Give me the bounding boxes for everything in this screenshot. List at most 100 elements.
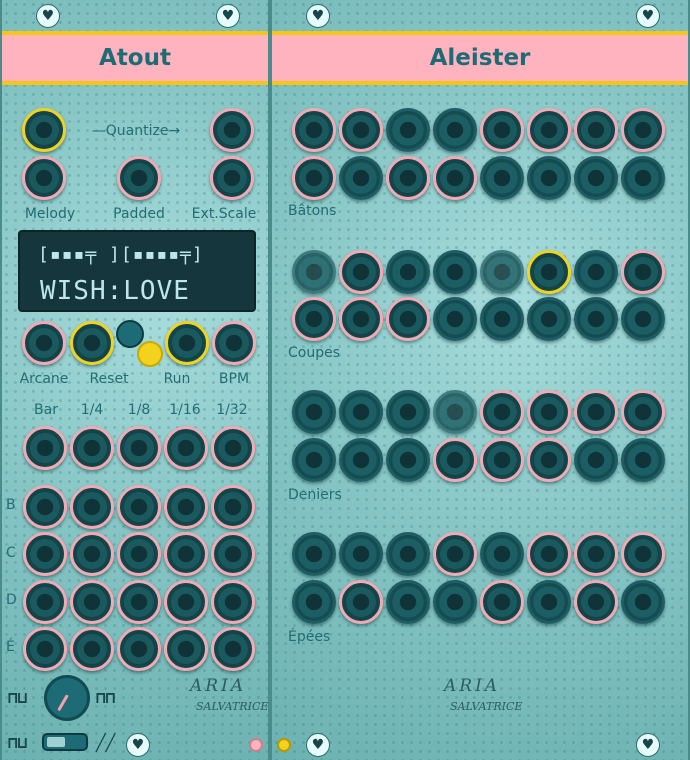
output-jack[interactable] bbox=[386, 156, 430, 200]
matrix-jack[interactable] bbox=[164, 627, 208, 671]
output-jack[interactable] bbox=[574, 580, 618, 624]
output-jack[interactable] bbox=[527, 108, 571, 152]
division-jack[interactable] bbox=[211, 426, 255, 470]
output-jack[interactable] bbox=[339, 156, 383, 200]
output-jack[interactable] bbox=[433, 580, 477, 624]
reset-jack[interactable] bbox=[70, 321, 114, 365]
padded-jack[interactable] bbox=[117, 156, 161, 200]
output-jack[interactable] bbox=[621, 250, 665, 294]
division-jack[interactable] bbox=[23, 426, 67, 470]
division-jack[interactable] bbox=[70, 426, 114, 470]
output-jack[interactable] bbox=[621, 580, 665, 624]
output-jack[interactable] bbox=[292, 580, 336, 624]
output-jack[interactable] bbox=[386, 580, 430, 624]
output-jack[interactable] bbox=[339, 390, 383, 434]
output-jack[interactable] bbox=[433, 532, 477, 576]
matrix-jack[interactable] bbox=[164, 580, 208, 624]
matrix-jack[interactable] bbox=[23, 580, 67, 624]
matrix-jack[interactable] bbox=[117, 580, 161, 624]
output-jack[interactable] bbox=[292, 438, 336, 482]
output-jack[interactable] bbox=[433, 108, 477, 152]
division-jack[interactable] bbox=[164, 426, 208, 470]
output-jack[interactable] bbox=[339, 108, 383, 152]
output-jack[interactable] bbox=[386, 390, 430, 434]
matrix-jack[interactable] bbox=[117, 627, 161, 671]
matrix-jack[interactable] bbox=[164, 532, 208, 576]
reset-button[interactable] bbox=[116, 320, 144, 348]
output-jack[interactable] bbox=[574, 532, 618, 576]
output-jack[interactable] bbox=[574, 156, 618, 200]
output-jack[interactable] bbox=[527, 580, 571, 624]
output-jack[interactable] bbox=[292, 297, 336, 341]
matrix-jack[interactable] bbox=[70, 532, 114, 576]
matrix-jack[interactable] bbox=[23, 485, 67, 529]
output-jack[interactable] bbox=[480, 297, 524, 341]
matrix-jack[interactable] bbox=[70, 485, 114, 529]
output-jack[interactable] bbox=[433, 390, 477, 434]
output-jack[interactable] bbox=[574, 438, 618, 482]
output-jack[interactable] bbox=[292, 532, 336, 576]
output-jack[interactable] bbox=[621, 390, 665, 434]
output-jack[interactable] bbox=[527, 390, 571, 434]
output-jack[interactable] bbox=[480, 580, 524, 624]
mode-switch[interactable] bbox=[42, 733, 88, 751]
output-jack[interactable] bbox=[386, 297, 430, 341]
output-jack[interactable] bbox=[433, 250, 477, 294]
matrix-jack[interactable] bbox=[211, 580, 255, 624]
output-jack[interactable] bbox=[433, 156, 477, 200]
output-jack[interactable] bbox=[527, 297, 571, 341]
ext-scale-jack[interactable] bbox=[210, 156, 254, 200]
matrix-jack[interactable] bbox=[23, 532, 67, 576]
output-jack[interactable] bbox=[433, 438, 477, 482]
output-jack[interactable] bbox=[386, 438, 430, 482]
matrix-jack[interactable] bbox=[164, 485, 208, 529]
output-jack[interactable] bbox=[386, 250, 430, 294]
output-jack[interactable] bbox=[480, 156, 524, 200]
bpm-jack[interactable] bbox=[212, 321, 256, 365]
output-jack[interactable] bbox=[574, 250, 618, 294]
output-jack[interactable] bbox=[339, 580, 383, 624]
matrix-jack[interactable] bbox=[23, 627, 67, 671]
output-jack[interactable] bbox=[480, 108, 524, 152]
output-jack[interactable] bbox=[339, 532, 383, 576]
output-jack[interactable] bbox=[339, 297, 383, 341]
matrix-jack[interactable] bbox=[211, 627, 255, 671]
output-jack[interactable] bbox=[621, 156, 665, 200]
matrix-jack[interactable] bbox=[117, 485, 161, 529]
output-jack[interactable] bbox=[621, 297, 665, 341]
output-jack[interactable] bbox=[480, 250, 524, 294]
output-jack[interactable] bbox=[292, 250, 336, 294]
output-jack[interactable] bbox=[527, 156, 571, 200]
output-jack[interactable] bbox=[386, 108, 430, 152]
output-jack[interactable] bbox=[621, 438, 665, 482]
output-jack[interactable] bbox=[339, 438, 383, 482]
matrix-jack[interactable] bbox=[211, 532, 255, 576]
matrix-jack[interactable] bbox=[70, 580, 114, 624]
output-jack[interactable] bbox=[574, 108, 618, 152]
matrix-jack[interactable] bbox=[70, 627, 114, 671]
output-jack[interactable] bbox=[527, 438, 571, 482]
matrix-jack[interactable] bbox=[211, 485, 255, 529]
output-jack[interactable] bbox=[480, 532, 524, 576]
output-jack[interactable] bbox=[433, 297, 477, 341]
output-jack[interactable] bbox=[480, 390, 524, 434]
output-jack[interactable] bbox=[480, 438, 524, 482]
output-jack[interactable] bbox=[574, 297, 618, 341]
output-jack[interactable] bbox=[527, 250, 571, 294]
output-jack[interactable] bbox=[527, 532, 571, 576]
output-jack[interactable] bbox=[292, 156, 336, 200]
output-jack[interactable] bbox=[386, 532, 430, 576]
output-jack[interactable] bbox=[292, 108, 336, 152]
run-jack[interactable] bbox=[165, 321, 209, 365]
gate-length-knob[interactable] bbox=[44, 675, 90, 721]
quantize-input-jack[interactable] bbox=[22, 108, 66, 152]
arcane-jack[interactable] bbox=[22, 321, 66, 365]
melody-jack[interactable] bbox=[22, 156, 66, 200]
output-jack[interactable] bbox=[621, 532, 665, 576]
output-jack[interactable] bbox=[621, 108, 665, 152]
output-jack[interactable] bbox=[339, 250, 383, 294]
output-jack[interactable] bbox=[574, 390, 618, 434]
division-jack[interactable] bbox=[117, 426, 161, 470]
matrix-jack[interactable] bbox=[117, 532, 161, 576]
quantize-output-jack[interactable] bbox=[210, 108, 254, 152]
